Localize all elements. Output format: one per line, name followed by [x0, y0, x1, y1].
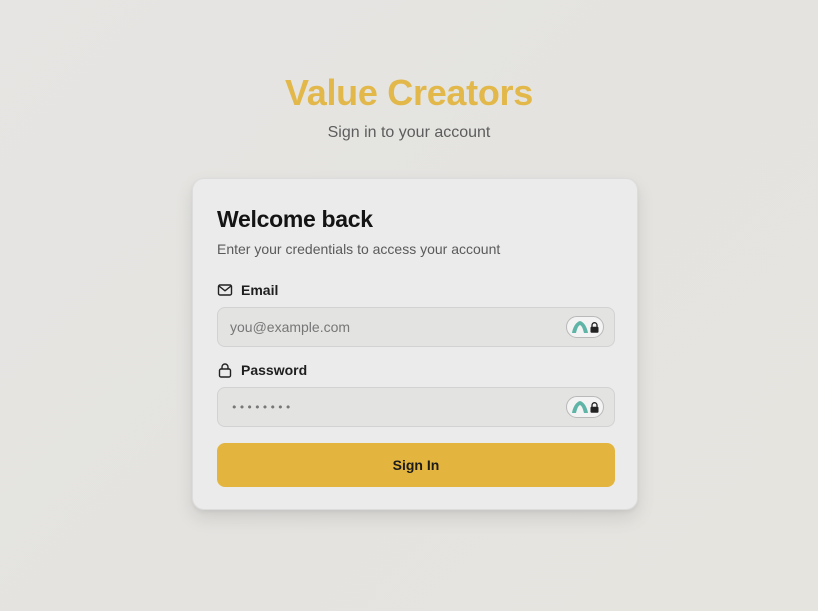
login-page: Value Creators Sign in to your account W… [0, 0, 818, 611]
password-field-wrapper: •••••••• [217, 387, 615, 427]
password-label: Password [217, 362, 307, 378]
sign-in-button[interactable]: Sign In [217, 443, 615, 487]
card-description: Enter your credentials to access your ac… [217, 241, 501, 257]
login-card: Welcome back Enter your credentials to a… [192, 178, 638, 510]
badge-lock-icon [590, 401, 598, 413]
mail-icon [217, 282, 233, 298]
email-label-text: Email [241, 282, 279, 298]
email-field[interactable] [218, 308, 614, 346]
brand-subtitle: Sign in to your account [327, 124, 491, 141]
card-title: Welcome back [217, 206, 373, 232]
password-manager-logo-icon [571, 401, 588, 413]
brand-title: Value Creators [285, 72, 533, 113]
email-label: Email [217, 282, 278, 298]
email-field-wrapper [217, 307, 615, 347]
password-label-text: Password [241, 362, 308, 378]
password-manager-icon[interactable] [566, 316, 604, 338]
lock-icon [217, 362, 233, 378]
password-manager-icon[interactable] [566, 396, 604, 418]
password-placeholder: •••••••• [231, 401, 293, 414]
badge-lock-icon [590, 321, 598, 333]
password-manager-logo-icon [571, 321, 588, 333]
